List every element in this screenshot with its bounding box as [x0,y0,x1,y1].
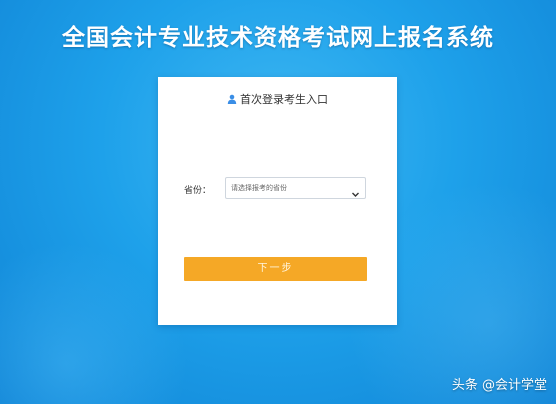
user-icon [227,94,237,104]
chevron-down-icon [351,184,360,197]
province-placeholder: 请选择报考的省份 [231,184,287,192]
card-header-text: 首次登录考生入口 [240,93,328,106]
province-label: 省份： [184,186,212,196]
watermark: 头条 @会计学堂 [451,378,547,393]
card-header: 首次登录考生入口 [158,91,397,107]
login-card: 首次登录考生入口 省份： 请选择报考的省份 下一步 [158,77,397,325]
province-field: 省份： 请选择报考的省份 [184,177,370,201]
province-select[interactable]: 请选择报考的省份 [225,177,366,199]
page-title: 全国会计专业技术资格考试网上报名系统 [62,25,494,51]
next-button[interactable]: 下一步 [184,257,367,281]
